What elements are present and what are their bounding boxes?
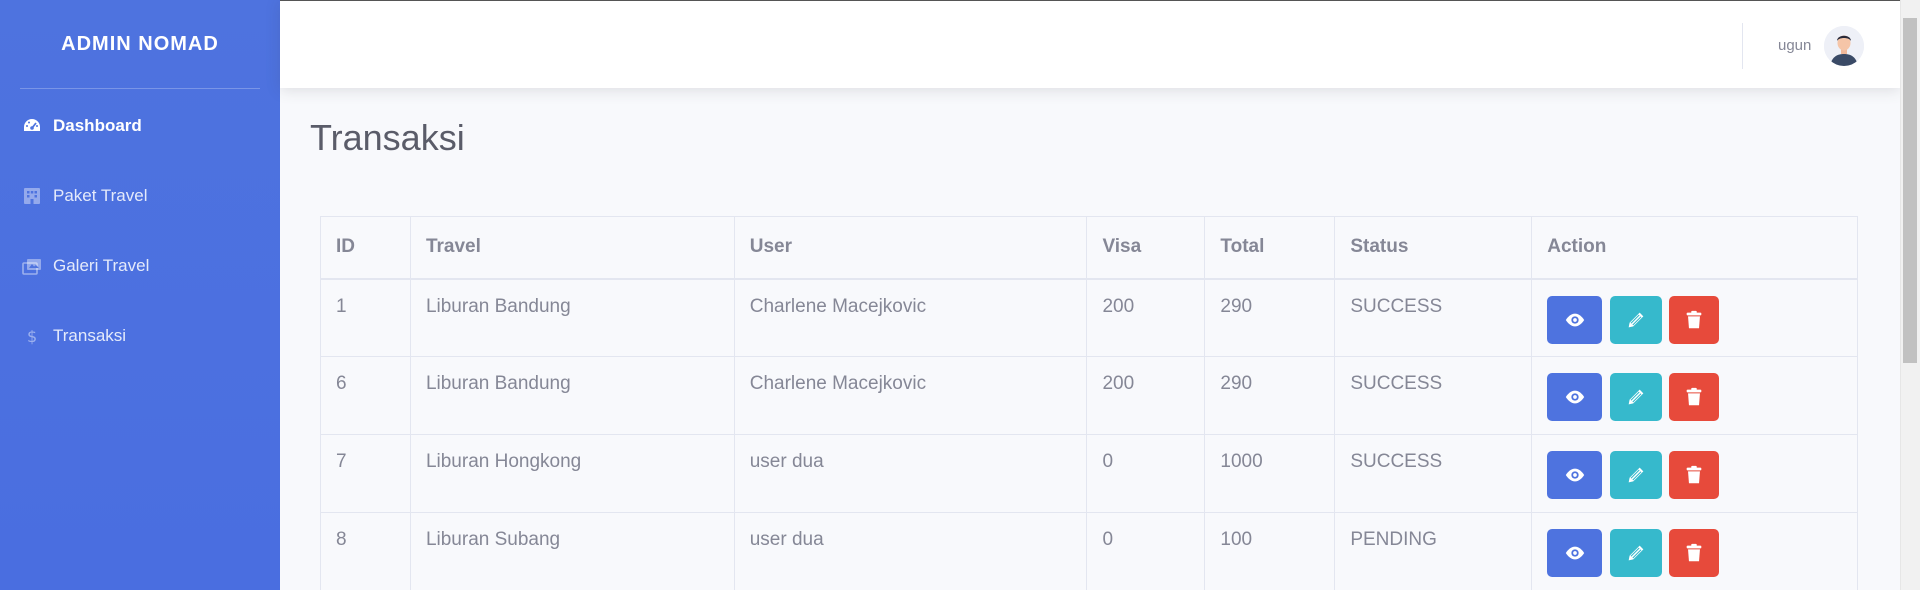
cell-actions bbox=[1531, 278, 1858, 357]
user-name[interactable]: ugun bbox=[1778, 37, 1811, 54]
dollar-icon: $ bbox=[21, 327, 43, 345]
cell-total: 100 bbox=[1204, 512, 1336, 590]
view-button[interactable] bbox=[1547, 295, 1603, 344]
hotel-icon bbox=[21, 187, 43, 205]
edit-button[interactable] bbox=[1609, 529, 1662, 577]
cell-total: 1000 bbox=[1204, 434, 1336, 513]
sidebar-divider bbox=[20, 88, 260, 89]
view-button[interactable] bbox=[1547, 373, 1603, 421]
pencil-icon bbox=[1628, 312, 1643, 327]
cell-actions bbox=[1531, 356, 1858, 435]
cell-id: 1 bbox=[320, 278, 411, 357]
cell-status: PENDING bbox=[1334, 512, 1533, 590]
cell-status: SUCCESS bbox=[1334, 434, 1533, 513]
cell-id: 6 bbox=[320, 356, 411, 435]
column-header-status[interactable]: Status bbox=[1334, 216, 1533, 280]
trash-icon bbox=[1686, 387, 1702, 406]
sidebar-brand[interactable]: ADMIN NOMAD bbox=[0, 0, 280, 88]
pencil-icon bbox=[1628, 545, 1643, 561]
delete-button[interactable] bbox=[1668, 373, 1719, 421]
avatar[interactable] bbox=[1824, 26, 1864, 66]
trash-icon bbox=[1686, 543, 1702, 562]
topbar: ugun bbox=[280, 0, 1900, 88]
column-header-user[interactable]: User bbox=[733, 216, 1088, 280]
eye-icon bbox=[1565, 313, 1584, 326]
eye-icon bbox=[1565, 390, 1584, 404]
sidebar-item-galeri-travel[interactable]: Galeri Travel bbox=[0, 231, 280, 301]
cell-user: Charlene Macejkovic bbox=[733, 356, 1088, 435]
cell-travel: Liburan Bandung bbox=[409, 356, 735, 435]
trash-icon bbox=[1686, 310, 1702, 328]
cell-visa: 200 bbox=[1086, 356, 1206, 435]
sidebar-item-label: Paket Travel bbox=[53, 186, 148, 205]
sidebar-item-paket-travel[interactable]: Paket Travel bbox=[0, 161, 280, 231]
cell-travel: Liburan Bandung bbox=[409, 278, 735, 357]
eye-icon bbox=[1565, 546, 1584, 560]
pencil-icon bbox=[1628, 467, 1643, 483]
cell-id: 7 bbox=[320, 434, 411, 513]
eye-icon bbox=[1565, 468, 1584, 482]
column-header-action: Action bbox=[1531, 216, 1858, 280]
cell-id: 8 bbox=[320, 512, 411, 590]
sidebar: ADMIN NOMAD Dashboard Paket Travel Galer… bbox=[0, 0, 280, 590]
trash-icon bbox=[1686, 465, 1702, 484]
table-row: 1 Liburan Bandung Charlene Macejkovic 20… bbox=[320, 278, 1858, 357]
transaction-table-wrapper: ID Travel User Visa Total Status Action … bbox=[320, 216, 1858, 590]
column-header-visa[interactable]: Visa bbox=[1086, 216, 1206, 280]
cell-visa: 200 bbox=[1086, 278, 1206, 357]
column-header-id[interactable]: ID bbox=[320, 216, 411, 280]
cell-user: user dua bbox=[733, 434, 1088, 513]
cell-visa: 0 bbox=[1086, 434, 1206, 513]
column-header-travel[interactable]: Travel bbox=[409, 216, 735, 280]
svg-text:$: $ bbox=[27, 327, 37, 345]
edit-button[interactable] bbox=[1609, 295, 1662, 344]
topbar-divider bbox=[1742, 23, 1743, 69]
table-row: 6 Liburan Bandung Charlene Macejkovic 20… bbox=[320, 356, 1858, 435]
sidebar-item-label: Galeri Travel bbox=[53, 256, 150, 275]
cell-total: 290 bbox=[1204, 278, 1336, 357]
sidebar-item-label: Dashboard bbox=[53, 116, 142, 135]
column-header-total[interactable]: Total bbox=[1204, 216, 1336, 280]
sidebar-item-transaksi[interactable]: $ Transaksi bbox=[0, 301, 280, 371]
cell-status: SUCCESS bbox=[1334, 356, 1533, 435]
cell-actions bbox=[1531, 434, 1858, 513]
sidebar-item-dashboard[interactable]: Dashboard bbox=[0, 91, 280, 161]
table-row: 8 Liburan Subang user dua 0 100 PENDING bbox=[320, 512, 1858, 590]
cell-travel: Liburan Hongkong bbox=[409, 434, 735, 513]
table-header-row: ID Travel User Visa Total Status Action bbox=[320, 216, 1858, 280]
cell-status: SUCCESS bbox=[1334, 278, 1533, 357]
view-button[interactable] bbox=[1547, 529, 1603, 577]
scrollbar-thumb[interactable] bbox=[1903, 18, 1917, 363]
cell-total: 290 bbox=[1204, 356, 1336, 435]
edit-button[interactable] bbox=[1609, 451, 1662, 499]
delete-button[interactable] bbox=[1668, 295, 1719, 344]
cell-actions bbox=[1531, 512, 1858, 590]
images-icon bbox=[21, 257, 43, 275]
delete-button[interactable] bbox=[1668, 451, 1719, 499]
view-button[interactable] bbox=[1547, 451, 1603, 499]
cell-user: user dua bbox=[733, 512, 1088, 590]
cell-visa: 0 bbox=[1086, 512, 1206, 590]
cell-travel: Liburan Subang bbox=[409, 512, 735, 590]
cell-user: Charlene Macejkovic bbox=[733, 278, 1088, 357]
edit-button[interactable] bbox=[1609, 373, 1662, 421]
pencil-icon bbox=[1628, 389, 1643, 405]
delete-button[interactable] bbox=[1668, 529, 1719, 577]
table-row: 7 Liburan Hongkong user dua 0 1000 SUCCE… bbox=[320, 434, 1858, 513]
page-title: Transaksi bbox=[310, 117, 465, 158]
transaction-table: ID Travel User Visa Total Status Action … bbox=[320, 216, 1858, 590]
sidebar-item-label: Transaksi bbox=[53, 326, 127, 345]
tachometer-icon bbox=[21, 117, 43, 135]
